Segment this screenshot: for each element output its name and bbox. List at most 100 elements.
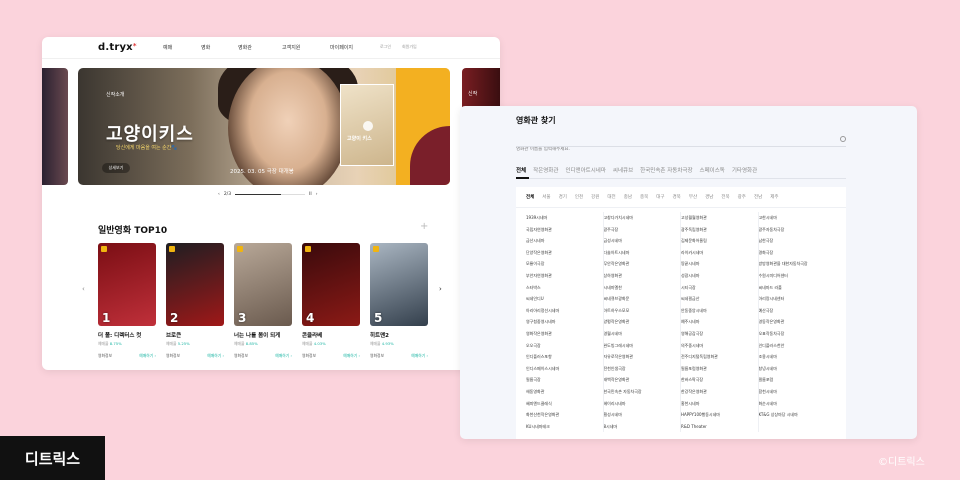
nav-mypage[interactable]: 마이페이지 <box>330 44 353 51</box>
movie-info-link[interactable]: 영화정보 <box>302 353 316 359</box>
theater-item[interactable]: 전천인생극장 <box>604 363 677 375</box>
theater-item[interactable]: 씨네인디U <box>526 293 599 305</box>
theater-item[interactable]: 단양작은영화관 <box>526 247 599 259</box>
theater-item[interactable]: 한국민속촌 자동차극장 <box>604 386 677 398</box>
theater-item[interactable]: 영해공감극장 <box>681 328 754 340</box>
theater-item[interactable]: 명화극장 <box>759 247 833 259</box>
theater-item[interactable]: 금산시네마 <box>526 235 599 247</box>
theater-item[interactable]: HAPPY100행동시네마 <box>681 409 754 421</box>
theater-item[interactable]: 아리랑시네센터 <box>759 293 833 305</box>
theater-item[interactable]: 수원시미디어센터 <box>759 270 833 282</box>
region-item[interactable]: 강원 <box>591 194 599 200</box>
movie-poster[interactable]: 5 <box>370 243 428 326</box>
movie-info-link[interactable]: 영화정보 <box>166 353 180 359</box>
theater-item[interactable]: 고성월월영화관 <box>681 212 754 224</box>
theater-item[interactable]: 예산극장 <box>759 305 833 317</box>
theater-item[interactable]: 아트하우스모모 <box>604 305 677 317</box>
carousel-prev-icon[interactable]: ‹ <box>218 192 220 197</box>
tab-indie[interactable]: 인디앤아트시네마 <box>565 166 605 174</box>
theater-item[interactable]: 필름극장 <box>526 374 599 386</box>
movie-info-link[interactable]: 영화정보 <box>370 353 384 359</box>
movie-info-link[interactable]: 영화정보 <box>98 353 112 359</box>
theater-item[interactable]: 인디플러스천안 <box>759 340 833 352</box>
theater-item[interactable]: 씨네큐브광화문 <box>604 293 677 305</box>
theater-item[interactable]: 1939시네마 <box>526 212 599 224</box>
theater-item[interactable]: 함천시네마 <box>759 386 833 398</box>
theater-item[interactable]: 의주중시네마 <box>681 340 754 352</box>
pause-icon[interactable]: II <box>309 192 312 197</box>
theater-item[interactable]: 영동작은영화관 <box>759 316 833 328</box>
theater-item[interactable]: 영월시네마 <box>604 328 677 340</box>
theater-item[interactable]: 영화작은영화관 <box>526 328 599 340</box>
region-item[interactable]: 전북 <box>721 194 729 200</box>
tab-other[interactable]: 기타영화관 <box>732 166 757 174</box>
theater-item[interactable]: 금성시네마 <box>604 235 677 247</box>
carousel-next-icon[interactable]: › <box>316 192 318 197</box>
theater-item[interactable]: 오표작동차극장 <box>759 328 833 340</box>
theater-item[interactable]: 광주독립영화관 <box>681 224 754 236</box>
theater-item[interactable]: 예주시네마 <box>681 316 754 328</box>
region-item[interactable]: 광주 <box>738 194 746 200</box>
theater-item[interactable]: 태백작은영화관 <box>604 374 677 386</box>
theater-item[interactable]: 부안자연영화관 <box>526 270 599 282</box>
theater-item[interactable]: 무안작은영화관 <box>604 258 677 270</box>
movie-card[interactable]: 2 브로큰 예매율 5.25% 영화정보 예매하기 › <box>166 243 224 359</box>
theater-item[interactable]: 인디플러스포항 <box>526 351 599 363</box>
theater-item[interactable]: 광주극장 <box>604 224 677 236</box>
tab-cinecube[interactable]: 씨네큐브 <box>613 166 633 174</box>
movie-info-link[interactable]: 영화정보 <box>234 353 248 359</box>
theater-item[interactable]: 화순시네마 <box>759 398 833 410</box>
logo[interactable]: d.tryx* <box>98 42 137 53</box>
movie-card[interactable]: 1 더 폴: 디렉터스 컷 예매율 8.75% 영화정보 예매하기 › <box>98 243 156 359</box>
theater-item[interactable]: 스타박스 <box>526 282 599 294</box>
theater-item[interactable]: 방방영화관을 대한자동차극장 <box>759 258 833 270</box>
region-item[interactable]: 충북 <box>640 194 648 200</box>
book-link[interactable]: 예매하기 › <box>275 353 292 359</box>
region-item[interactable]: 대구 <box>656 194 664 200</box>
theater-item[interactable]: 안동중앙시네마 <box>681 305 754 317</box>
theater-item[interactable]: 한강작은영화관 <box>681 386 754 398</box>
theater-item[interactable]: R&D Theater <box>681 421 754 433</box>
theater-item[interactable]: 시티극장 <box>681 282 754 294</box>
theater-item[interactable]: 횡성시네마 <box>604 409 677 421</box>
movie-card[interactable]: 3 너는 나를 봄이 되게 예매율 8.85% 영화정보 예매하기 › <box>234 243 292 359</box>
theater-item[interactable]: 8시네마 <box>604 421 677 433</box>
theater-item[interactable]: 모룡이극장 <box>526 258 599 270</box>
movie-card[interactable]: 5 히트맨2 예매율 4.93% 영화정보 예매하기 › <box>370 243 428 359</box>
theater-item[interactable]: 다솔아트시네마 <box>604 247 677 259</box>
theater-item[interactable]: 아리아리정선시네마 <box>526 305 599 317</box>
theater-item[interactable]: 시네마엘찬 <box>604 282 677 294</box>
movie-poster[interactable]: 2 <box>166 243 224 326</box>
theater-item[interactable]: 인디스페이스시네마 <box>526 363 599 375</box>
theater-item[interactable]: 홍천시네마 <box>681 398 754 410</box>
hero-banner[interactable]: 신작소개 고양이키스 당신에게 마음을 여는 순간🐾 2025. 03. 05 … <box>78 68 450 185</box>
region-item[interactable]: 전남 <box>754 194 762 200</box>
theater-item[interactable]: 고창다가치시네마 <box>604 212 677 224</box>
theater-item[interactable]: 헤이리시네마 <box>604 398 677 410</box>
nav-support[interactable]: 고객지원 <box>282 44 300 51</box>
tab-spacedog[interactable]: 스페이스독 <box>700 166 725 174</box>
detail-button[interactable]: 상세보기 <box>102 163 130 173</box>
region-item[interactable]: 서울 <box>542 194 550 200</box>
theater-item[interactable]: KU시네마테크 <box>526 421 599 433</box>
theater-item[interactable]: 땅끝시네마 <box>681 258 754 270</box>
region-item[interactable]: 제주 <box>770 194 778 200</box>
movie-poster[interactable]: 4 <box>302 243 360 326</box>
book-link[interactable]: 예매하기 › <box>207 353 224 359</box>
book-link[interactable]: 예매하기 › <box>343 353 360 359</box>
theater-item[interactable]: 한바스팍극장 <box>681 374 754 386</box>
more-plus-icon[interactable]: + <box>420 221 428 232</box>
theater-item[interactable]: 남한극장 <box>759 235 833 247</box>
theater-item[interactable]: 국립자연영화관 <box>526 224 599 236</box>
book-link[interactable]: 예매하기 › <box>139 353 156 359</box>
tab-all[interactable]: 전체 <box>516 166 526 174</box>
region-item[interactable]: 경북 <box>673 194 681 200</box>
theater-item[interactable]: 자유로작은영화관 <box>604 351 677 363</box>
theater-item[interactable]: 오오극장 <box>526 340 599 352</box>
nav-movies[interactable]: 영화 <box>201 44 210 51</box>
book-link[interactable]: 예매하기 › <box>411 353 428 359</box>
tab-drive-in[interactable]: 한국민속촌 자동차극장 <box>640 166 692 174</box>
nav-booking[interactable]: 예매 <box>163 44 172 51</box>
theater-item[interactable]: 필름포럼 <box>759 374 833 386</box>
region-item[interactable]: 부산 <box>689 194 697 200</box>
